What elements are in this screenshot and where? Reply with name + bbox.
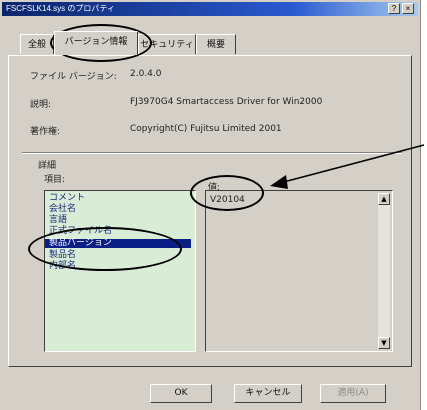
tab-version[interactable]: バージョン情報: [54, 31, 138, 55]
annotation-arrow: [270, 144, 425, 189]
